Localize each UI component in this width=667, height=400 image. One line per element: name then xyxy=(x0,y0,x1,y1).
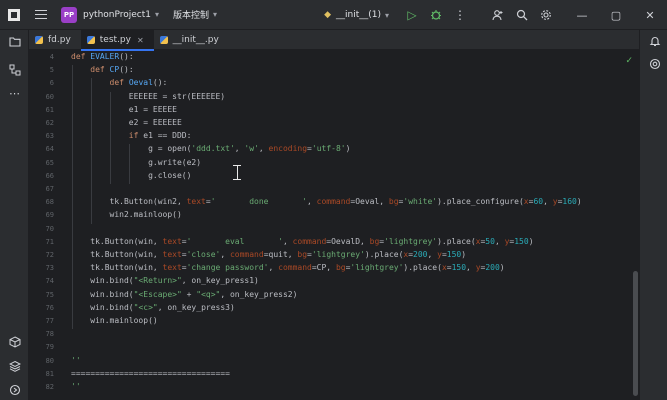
line-number: 66 xyxy=(45,171,54,180)
code-line[interactable]: tk.Button(win, text='close', command=qui… xyxy=(71,250,466,259)
code-line[interactable]: ================================= xyxy=(71,369,230,378)
structure-icon[interactable] xyxy=(6,61,23,78)
code-line[interactable]: win.mainloop() xyxy=(71,316,157,325)
code-line[interactable]: def Oeval(): xyxy=(71,78,168,87)
project-name[interactable]: pythonProject1 xyxy=(83,10,151,20)
close-tab-icon[interactable]: ✕ xyxy=(137,36,144,45)
line-number: 6 xyxy=(49,79,54,88)
line-number: 81 xyxy=(45,369,54,378)
indent-guide xyxy=(129,144,130,184)
vertical-scrollbar[interactable] xyxy=(633,271,638,396)
line-number: 60 xyxy=(45,92,54,101)
code-line[interactable]: '' xyxy=(71,356,81,365)
editor-tab-bar: fd.py test.py ✕ __init__.py xyxy=(29,30,639,51)
code-line[interactable]: EEEEEE = str(EEEEEE) xyxy=(71,92,225,101)
settings-gear-icon[interactable] xyxy=(535,4,557,26)
code-line[interactable]: win.bind("<Return>", on_key_press1) xyxy=(71,276,259,285)
code-line[interactable]: def EVALER(): xyxy=(71,52,134,61)
line-number: 4 xyxy=(49,53,54,61)
tab-fd-py[interactable]: fd.py xyxy=(29,30,81,50)
code-line[interactable]: win.bind("<Escape>" + "<q>", on_key_pres… xyxy=(71,290,297,299)
indent-guide xyxy=(90,78,92,224)
code-line[interactable]: def CP(): xyxy=(71,65,133,74)
code-line[interactable]: if e1 == DDD: xyxy=(71,131,192,140)
run-config-label: __init__(1) xyxy=(336,10,381,20)
run-config-selector[interactable]: ◆ __init__(1) ▾ xyxy=(324,10,389,20)
line-number: 70 xyxy=(45,224,54,233)
line-number: 73 xyxy=(45,264,54,273)
maximize-icon[interactable]: ▢ xyxy=(599,0,633,30)
python-file-icon xyxy=(86,36,95,44)
code-line[interactable]: '' xyxy=(71,382,81,391)
more-icon[interactable]: ⋯ xyxy=(6,85,23,102)
more-icon[interactable]: ⋮ xyxy=(449,4,471,26)
indent-guide xyxy=(109,91,111,184)
python-packages-icon[interactable] xyxy=(6,333,23,350)
minimize-icon[interactable]: — xyxy=(565,0,599,30)
line-number: 65 xyxy=(45,158,54,167)
line-number: 74 xyxy=(45,277,54,286)
line-number: 79 xyxy=(45,343,54,352)
code-editor[interactable]: 4 5 6 60 61 62 63 64 65 66 67 68 69 70 71 72 73 74 75 76 77 7… xyxy=(29,51,639,400)
python-file-icon xyxy=(159,36,168,44)
right-tool-strip xyxy=(639,30,667,400)
tab-test-py[interactable]: test.py ✕ xyxy=(80,30,154,51)
line-number: 67 xyxy=(45,185,54,193)
line-number-gutter: 4 5 6 60 61 62 63 64 65 66 67 68 69 70 71 72 73 74 75 76 77 7… xyxy=(29,51,60,400)
tab-label: test.py xyxy=(99,35,131,45)
code-line[interactable]: tk.Button(win2, text=' done ', command=O… xyxy=(71,197,582,206)
code-line[interactable]: win2.mainloop() xyxy=(71,210,182,219)
code-line[interactable]: g.close() xyxy=(71,171,191,180)
line-number: 75 xyxy=(45,290,54,299)
line-number: 77 xyxy=(45,317,54,325)
code-line[interactable]: win.bind("<c>", on_key_press3) xyxy=(71,303,235,312)
close-icon[interactable]: ✕ xyxy=(633,0,667,30)
add-user-icon[interactable] xyxy=(487,4,509,26)
app-logo-icon xyxy=(7,7,21,22)
code-line[interactable]: e2 = EEEEEE xyxy=(71,118,182,127)
line-number: 63 xyxy=(45,132,54,141)
mouse-cursor-ibeam xyxy=(233,165,241,180)
chevron-down-icon: ▾ xyxy=(384,10,389,20)
tab-init-py[interactable]: __init__.py xyxy=(154,30,229,50)
python-file-icon xyxy=(35,36,43,44)
code-line[interactable]: g = open('ddd.txt', 'w', encoding='utf-8… xyxy=(71,144,350,153)
line-number: 78 xyxy=(45,330,54,339)
line-number: 82 xyxy=(45,383,54,391)
debug-icon[interactable] xyxy=(425,4,447,26)
line-number: 71 xyxy=(45,237,54,246)
code-area[interactable]: def EVALER(): def CP(): def Oeval(): EEE… xyxy=(71,51,631,400)
left-tool-strip: ⋯ xyxy=(0,30,29,400)
line-number: 76 xyxy=(45,303,54,312)
project-badge[interactable]: PP xyxy=(61,6,77,23)
line-number: 5 xyxy=(49,66,54,75)
line-number: 72 xyxy=(45,251,54,259)
line-number: 80 xyxy=(45,356,54,365)
search-icon[interactable] xyxy=(511,4,533,26)
layers-icon[interactable] xyxy=(6,357,23,374)
chevron-down-icon[interactable]: ▾ xyxy=(155,10,159,19)
vcs-menu[interactable]: 版本控制 xyxy=(173,8,209,21)
line-number: 64 xyxy=(45,145,54,154)
python-file-icon: ◆ xyxy=(324,10,331,20)
line-number: 69 xyxy=(45,211,54,220)
inspection-ok-icon[interactable]: ✓ xyxy=(625,56,633,66)
code-line[interactable]: tk.Button(win, text='change password', c… xyxy=(71,263,504,272)
code-line[interactable]: tk.Button(win, text=' eval ', command=Oe… xyxy=(71,237,533,246)
indent-guide xyxy=(71,65,73,330)
line-number: 62 xyxy=(45,119,54,127)
code-line[interactable]: e1 = EEEEE xyxy=(71,105,177,114)
tab-label: fd.py xyxy=(48,35,71,45)
line-number: 68 xyxy=(45,198,54,207)
tab-label: __init__.py xyxy=(172,35,219,45)
project-folder-icon[interactable] xyxy=(6,33,23,50)
title-bar: PP pythonProject1 ▾ 版本控制 ▾ ◆ __init__(1)… xyxy=(0,0,667,30)
hamburger-menu-icon[interactable] xyxy=(35,10,47,19)
chevron-down-icon[interactable]: ▾ xyxy=(213,10,217,19)
line-number: 61 xyxy=(45,105,54,114)
ai-assistant-icon[interactable] xyxy=(646,55,663,72)
services-icon[interactable] xyxy=(6,381,23,398)
notifications-bell-icon[interactable] xyxy=(646,32,663,49)
run-icon[interactable]: ▷ xyxy=(401,4,423,26)
